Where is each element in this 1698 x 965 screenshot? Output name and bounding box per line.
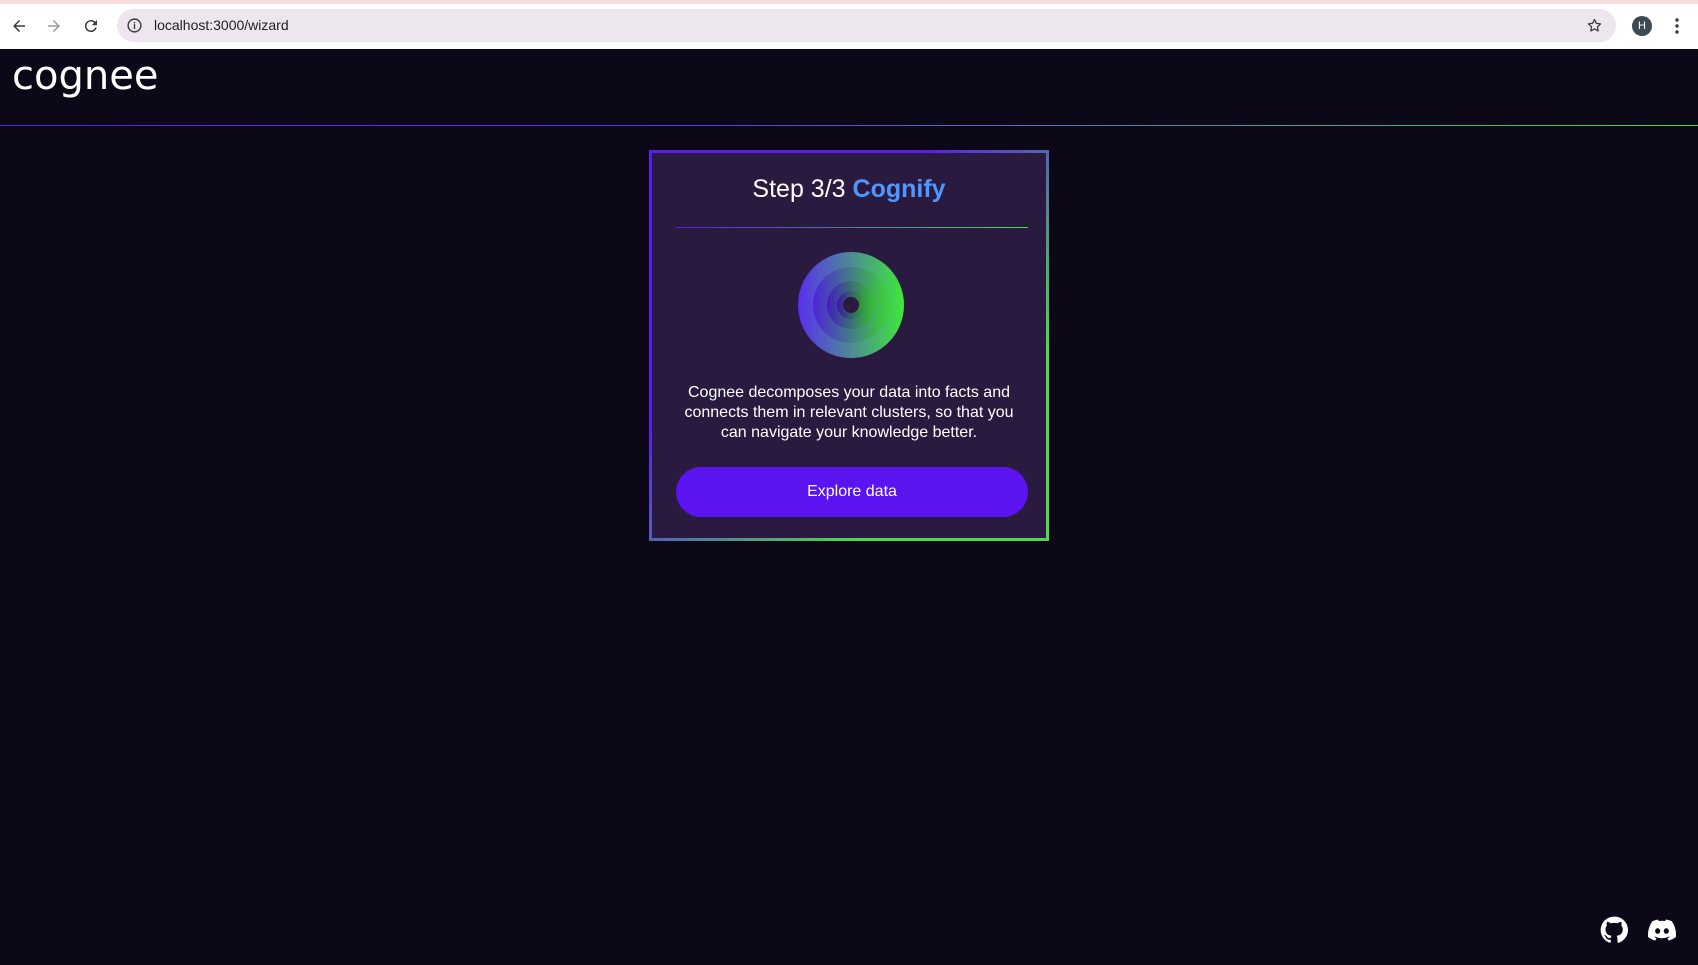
card-divider	[676, 227, 1028, 228]
logo-text: cognee	[12, 55, 158, 99]
reload-button[interactable]	[78, 13, 104, 39]
step-description: Cognee decomposes your data into facts a…	[684, 384, 1014, 441]
reload-icon	[84, 20, 97, 33]
browser-toolbar: localhost:3000/wizard H	[0, 0, 1698, 49]
header-divider	[0, 125, 1698, 126]
step-title: Step 3/3 Cognify	[652, 173, 1046, 205]
explore-data-button[interactable]: Explore data	[676, 467, 1028, 517]
profile-avatar[interactable]: H	[1632, 16, 1652, 36]
site-info-icon[interactable]	[126, 17, 143, 34]
discord-icon[interactable]	[1648, 916, 1676, 944]
app-header: cognee	[0, 49, 1698, 125]
github-icon[interactable]	[1600, 916, 1628, 944]
url-text[interactable]: localhost:3000/wizard	[154, 9, 289, 42]
arrow-left-icon	[13, 20, 25, 32]
cognee-logo[interactable]: cognee	[12, 55, 172, 107]
step-label: Step 3/3	[752, 175, 846, 203]
forward-button[interactable]	[41, 13, 67, 39]
step-name: Cognify	[852, 175, 946, 203]
wizard-card: Step 3/3 Cognify Cognee decomposes your …	[649, 150, 1049, 541]
wizard-card-body: Step 3/3 Cognify Cognee decomposes your …	[652, 153, 1046, 538]
back-button[interactable]	[6, 13, 32, 39]
browser-menu-icon[interactable]	[1667, 16, 1687, 36]
bookmark-star-icon[interactable]	[1586, 17, 1603, 34]
arrow-right-icon	[48, 20, 60, 32]
cognify-rings-icon	[798, 252, 904, 358]
address-bar[interactable]: localhost:3000/wizard	[117, 9, 1616, 42]
